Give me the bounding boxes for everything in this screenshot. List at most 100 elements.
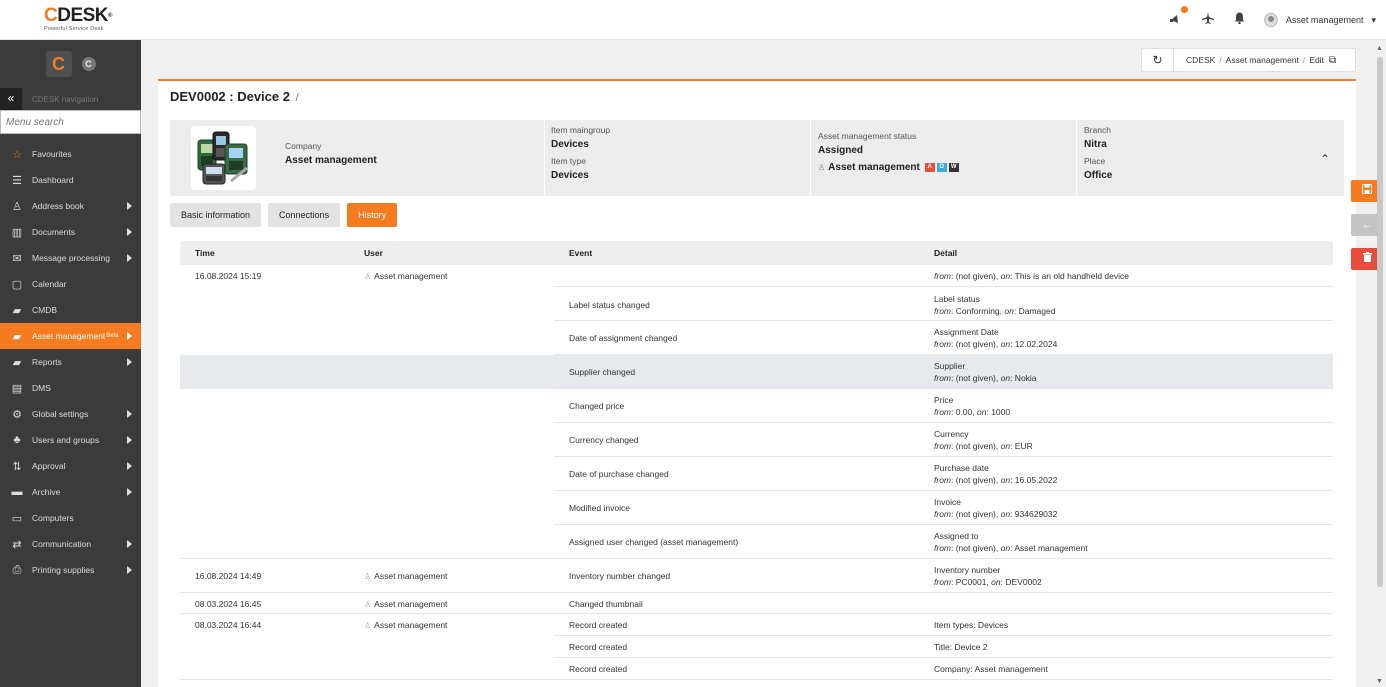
breadcrumb-separator: / xyxy=(1302,54,1306,65)
detail-title: Assignment Date xyxy=(934,327,999,337)
detail-change: from: PC0001, on: DEV0002 xyxy=(934,577,1042,587)
detail-cell: Assigned to from: (not given), on: Asset … xyxy=(934,531,1088,553)
refresh-icon[interactable]: ↻ xyxy=(1142,49,1174,71)
maingroup-value: Devices xyxy=(551,139,589,150)
sidebar-item-label: Users and groups xyxy=(32,435,100,445)
user-icon: ♙ xyxy=(364,621,372,630)
sidebar-item-reports[interactable]: ▰ Reports xyxy=(0,349,141,375)
sidebar-item-approval[interactable]: ⇅ Approval xyxy=(0,453,141,479)
owner-block: ♙ Asset management AOW xyxy=(818,162,959,173)
external-link-icon[interactable]: ⧉ xyxy=(1329,55,1336,66)
detail-title: Assigned to xyxy=(934,531,979,541)
sidebar-item-label: Asset management xyxy=(32,331,106,341)
sidebar-item-computers[interactable]: ▭ Computers xyxy=(0,505,141,531)
sidebar-item-printing-supplies[interactable]: ⎙ Printing supplies xyxy=(0,557,141,583)
sidebar-item-documents[interactable]: ▥ Documents xyxy=(0,219,141,245)
history-table-header: Time User Event Detail xyxy=(180,241,1333,265)
cdesk-logo-icon[interactable]: C xyxy=(45,51,72,77)
divider xyxy=(1076,120,1077,196)
favourites-icon: ☆ xyxy=(12,148,22,161)
sidebar-item-archive[interactable]: ▬ Archive xyxy=(0,479,141,505)
tab-basic-information[interactable]: Basic information xyxy=(170,203,262,227)
detail-cell: Invoice from: (not given), on: 934629032 xyxy=(934,497,1057,519)
breadcrumb-asset-management[interactable]: Asset management xyxy=(1226,55,1299,65)
sidebar-item-calendar[interactable]: ▢ Calendar xyxy=(0,271,141,297)
tab-history[interactable]: History xyxy=(347,203,398,227)
communication-icon: ⇄ xyxy=(12,538,22,551)
scroll-down-icon[interactable]: ▼ xyxy=(1376,678,1383,685)
detail-cell: Purchase date from: (not given), on: 16.0… xyxy=(934,463,1057,485)
detail-change: from: (not given), on: 12.02.2024 xyxy=(934,339,1058,349)
user-menu[interactable]: Asset management ▾ xyxy=(1263,13,1376,27)
detail-title: Inventory number xyxy=(934,565,1001,575)
event-cell: Label status changed xyxy=(569,299,650,310)
user-name: Asset management xyxy=(1285,15,1364,25)
sidebar-item-label: Address book xyxy=(32,201,84,211)
sidebar-item-asset-management[interactable]: ▰ Asset management Beta xyxy=(0,323,141,349)
item-type-label: Item type xyxy=(551,156,586,166)
cdesk-logo[interactable]: CDESK® Powerful Service Desk xyxy=(44,6,112,32)
table-row: Assigned user changed (asset management)… xyxy=(180,525,1333,559)
chevron-right-icon xyxy=(127,540,132,548)
page-scrollbar[interactable]: ▲ ▼ xyxy=(1375,45,1385,687)
sidebar-item-address-book[interactable]: ♙ Address book xyxy=(0,193,141,219)
event-cell: Record created xyxy=(569,620,628,630)
user-icon: ♙ xyxy=(364,599,372,609)
calendar-icon: ▢ xyxy=(11,278,23,291)
sidebar-item-dms[interactable]: ▤ DMS xyxy=(0,375,141,401)
chevron-up-icon[interactable]: ⌃ xyxy=(1320,152,1330,166)
detail-title: Price xyxy=(934,395,954,405)
event-cell: Record created xyxy=(569,642,628,652)
row-divider xyxy=(554,286,1333,287)
detail-cell: Company: Asset management xyxy=(934,664,1048,674)
tag-o-badge: O xyxy=(936,162,947,172)
sidebar-item-label: Printing supplies xyxy=(32,565,95,575)
detail-change: from: (not given), on: EUR xyxy=(934,441,1033,451)
column-header-event: Event xyxy=(569,248,593,258)
item-group-block: Item maingroup Devices Item type Devices xyxy=(551,125,610,187)
asset-summary-panel: Company Asset management Item maingroup … xyxy=(170,120,1344,196)
bell-icon[interactable] xyxy=(1232,12,1248,28)
collapse-sidebar-icon[interactable]: « xyxy=(0,88,22,110)
user-name: Asset management xyxy=(374,271,448,281)
sidebar-item-label: Calendar xyxy=(32,279,67,289)
chevron-right-icon xyxy=(127,462,132,470)
sidebar-item-message-processing[interactable]: ✉ Message processing xyxy=(0,245,141,271)
sidebar-item-label: Communication xyxy=(32,539,92,549)
breadcrumb-cdesk[interactable]: CDESK xyxy=(1186,55,1215,65)
cdesk-small-logo-icon[interactable]: C xyxy=(81,57,96,71)
top-icons: Asset management ▾ xyxy=(1168,6,1376,30)
sidebar-item-dashboard[interactable]: ☰ Dashboard xyxy=(0,167,141,193)
sidebar-item-global-settings[interactable]: ⚙ Global settings xyxy=(0,401,141,427)
chevron-right-icon xyxy=(127,358,132,366)
detail-cell: Currency from: (not given), on: EUR xyxy=(934,429,1033,451)
sidebar-item-favourites[interactable]: ☆ Favourites xyxy=(0,141,141,167)
sidebar-item-label: Archive xyxy=(32,487,61,497)
sidebar-item-communication[interactable]: ⇄ Communication xyxy=(0,531,141,557)
sidebar-menu: ☆ Favourites ☰ Dashboard ♙ Address book ▥ Docum… xyxy=(0,141,141,583)
scroll-thumb[interactable] xyxy=(1377,57,1383,587)
chevron-down-icon: ▾ xyxy=(1371,14,1376,25)
tab-connections[interactable]: Connections xyxy=(268,203,341,227)
sidebar-item-users-and-groups[interactable]: ♣ Users and groups xyxy=(0,427,141,453)
table-row: Date of purchase changed Purchase date fro… xyxy=(180,457,1333,491)
device-thumbnail[interactable] xyxy=(191,126,256,190)
tag-a-badge: A xyxy=(924,162,935,172)
column-header-user: User xyxy=(364,248,383,258)
menu-search-input[interactable] xyxy=(0,110,141,134)
scroll-up-icon[interactable]: ▲ xyxy=(1376,45,1383,52)
column-header-time: Time xyxy=(195,248,215,258)
cmdb-icon: ▰ xyxy=(12,304,22,317)
detail-title: Supplier xyxy=(934,361,966,371)
sidebar-item-cmdb[interactable]: ▰ CMDB xyxy=(0,297,141,323)
message-processing-icon: ✉ xyxy=(12,252,22,265)
table-row: Currency changed Currency from: (not given… xyxy=(180,423,1333,457)
table-row: Label status changed Label status from: Co… xyxy=(180,288,1333,321)
divider xyxy=(544,120,545,196)
nav-title: CDESK navigation xyxy=(32,94,99,104)
chevron-right-icon xyxy=(127,254,132,262)
table-row: Date of assignment changed Assignment Dat… xyxy=(180,321,1333,355)
megaphone-icon[interactable] xyxy=(1168,6,1188,28)
chevron-right-icon xyxy=(127,488,132,496)
airplane-icon[interactable] xyxy=(1200,12,1216,28)
